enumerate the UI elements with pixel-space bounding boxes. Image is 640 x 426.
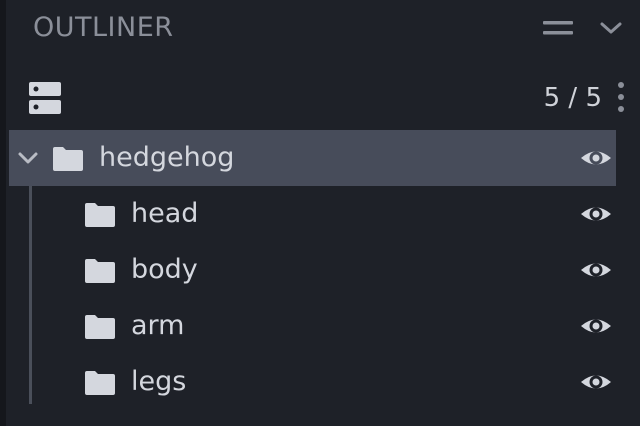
tree-group-arm[interactable]: arm [9,298,616,354]
folder-icon [85,315,115,339]
tree-item-label: arm [131,310,185,341]
eye-icon[interactable] [579,310,613,342]
folder-icon [85,259,115,283]
hamburger-icon[interactable] [543,20,573,36]
tree-group-body[interactable]: body [9,242,616,298]
add-group-icon[interactable] [27,80,63,116]
outliner-toolbar: 5 / 5 [6,70,640,126]
tree-item-label: hedgehog [99,142,235,173]
collapse-panel-chevron-icon[interactable] [599,18,623,38]
panel-header: OUTLINER [6,0,640,60]
tree-group-head[interactable]: head [9,186,616,242]
tree-group-legs[interactable]: legs [9,354,616,410]
kebab-icon[interactable] [616,80,626,114]
eye-icon[interactable] [579,254,613,286]
panel-title: OUTLINER [33,12,174,43]
folder-icon [53,147,83,171]
eye-icon[interactable] [579,198,613,230]
tree-item-label: head [131,198,199,229]
eye-icon[interactable] [579,366,613,398]
tree-item-label: body [131,254,198,285]
eye-icon[interactable] [579,142,613,174]
outliner-tree: hedgehog head body arm legs [6,130,640,410]
tree-item-label: legs [131,366,187,397]
outliner-panel: OUTLINER 5 / 5 hedgehog head body arm le… [0,0,640,426]
chevron-down-icon[interactable] [17,147,39,169]
folder-icon [85,371,115,395]
tree-group-hedgehog[interactable]: hedgehog [9,130,616,186]
folder-icon [85,203,115,227]
element-count: 5 / 5 [543,83,602,113]
